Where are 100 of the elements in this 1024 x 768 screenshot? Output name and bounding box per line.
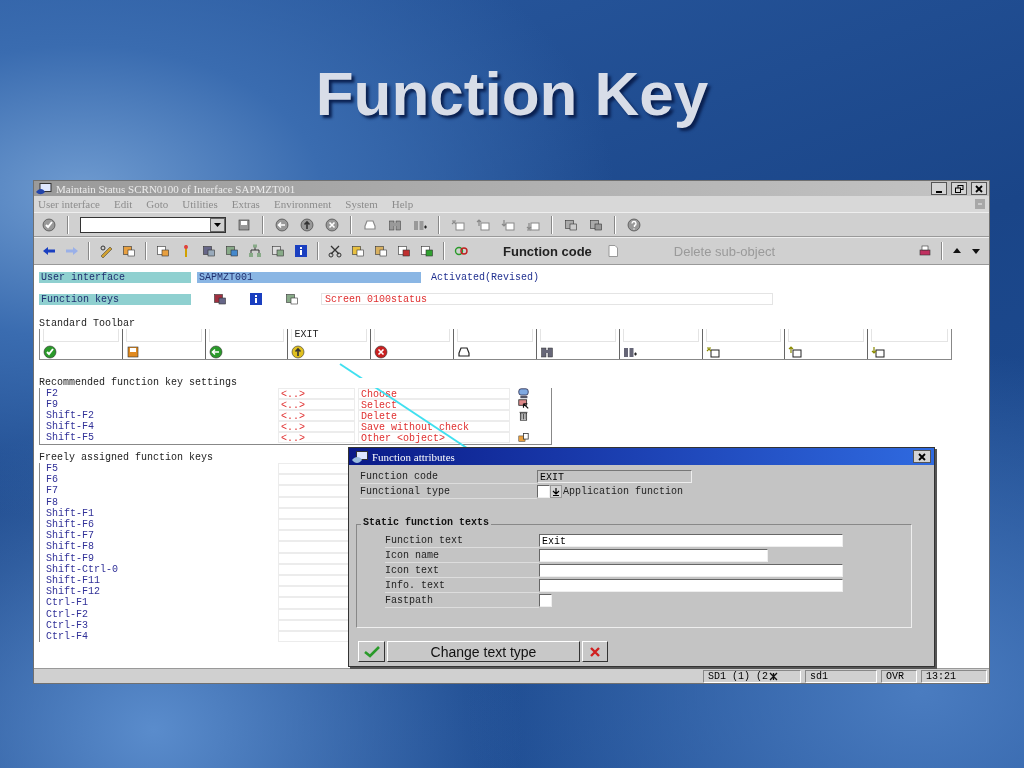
function-code-field[interactable] bbox=[622, 328, 699, 342]
next-page-icon[interactable] bbox=[501, 217, 515, 232]
paste-icon[interactable] bbox=[374, 244, 388, 258]
user-status: sd1 bbox=[805, 669, 877, 683]
function-code-field[interactable] bbox=[374, 328, 451, 342]
function-code-field[interactable] bbox=[278, 463, 350, 475]
shortcut-icon[interactable] bbox=[589, 217, 603, 232]
menu-item[interactable]: Help bbox=[391, 198, 414, 210]
program-field[interactable]: SAPMZT001 bbox=[197, 271, 421, 283]
function-text-field[interactable]: Save without check bbox=[358, 421, 510, 432]
type-field[interactable] bbox=[537, 485, 550, 498]
function-code-field[interactable] bbox=[278, 575, 350, 587]
function-code-field[interactable] bbox=[278, 541, 350, 553]
restore-button[interactable] bbox=[951, 182, 967, 195]
function-code-field[interactable]: <..> bbox=[278, 421, 355, 432]
function-code-field[interactable] bbox=[125, 328, 202, 342]
function-code-field[interactable] bbox=[278, 608, 350, 620]
scissors-icon[interactable] bbox=[328, 244, 342, 258]
binoculars-icon[interactable] bbox=[388, 217, 402, 232]
menu-item[interactable]: Utilities bbox=[182, 198, 218, 210]
function-code-field[interactable] bbox=[278, 485, 350, 497]
scroll-up-icon[interactable] bbox=[952, 246, 962, 256]
text-field[interactable] bbox=[539, 564, 843, 577]
function-code-field[interactable] bbox=[278, 552, 350, 564]
tree-icon[interactable] bbox=[248, 244, 262, 258]
function-code-field[interactable]: <..> bbox=[278, 410, 355, 421]
function-code-button[interactable]: Function code bbox=[497, 243, 598, 259]
function-code-field: EXIT bbox=[537, 470, 692, 483]
function-code-field[interactable] bbox=[278, 563, 350, 575]
info-icon[interactable] bbox=[249, 292, 263, 306]
function-code-field[interactable] bbox=[278, 507, 350, 519]
function-code-field[interactable] bbox=[278, 474, 350, 486]
back-arrow-icon[interactable] bbox=[42, 244, 56, 258]
function-text-field[interactable]: Select bbox=[358, 399, 510, 410]
dropdown-button[interactable] bbox=[210, 217, 225, 232]
back-icon[interactable] bbox=[275, 217, 289, 232]
pencil-icon[interactable] bbox=[99, 244, 113, 258]
display-icon[interactable] bbox=[213, 292, 227, 306]
scroll-down-icon[interactable] bbox=[971, 246, 981, 256]
function-code-field[interactable] bbox=[871, 328, 948, 342]
function-code-field[interactable] bbox=[278, 519, 350, 531]
save-icon[interactable] bbox=[237, 217, 251, 232]
close-button[interactable] bbox=[971, 182, 987, 195]
window-title: Maintain Status SCRN0100 of Interface SAPMZT001 bbox=[56, 182, 297, 195]
printer-icon[interactable] bbox=[918, 244, 932, 258]
menu-item[interactable]: User interface bbox=[38, 198, 100, 210]
add-icon[interactable] bbox=[420, 244, 434, 258]
cancel-icon bbox=[590, 646, 600, 657]
check-icon[interactable] bbox=[42, 217, 56, 232]
function-code-field[interactable]: <..> bbox=[278, 432, 355, 443]
minimize-button[interactable] bbox=[931, 182, 947, 195]
function-code-field[interactable]: <..> bbox=[278, 399, 355, 410]
command-field[interactable] bbox=[80, 216, 226, 233]
function-code-field[interactable] bbox=[278, 631, 350, 643]
function-code-field[interactable] bbox=[208, 328, 285, 342]
function-text-field[interactable]: Other <object> bbox=[358, 432, 510, 443]
function-code-field[interactable] bbox=[43, 328, 119, 342]
info-icon[interactable] bbox=[294, 244, 308, 258]
menu-item[interactable]: Edit bbox=[114, 198, 133, 210]
insert-icon[interactable] bbox=[397, 244, 411, 258]
dropdown-button[interactable] bbox=[550, 485, 562, 498]
function-code-field[interactable] bbox=[278, 597, 350, 609]
text-field[interactable]: Exit bbox=[539, 534, 843, 547]
close-button[interactable] bbox=[913, 450, 931, 463]
group-title: Static function texts bbox=[361, 517, 492, 528]
screen-text-field[interactable]: Screen 0100status bbox=[321, 293, 773, 305]
change-text-type-button[interactable]: Change text type bbox=[387, 641, 580, 662]
menu-item[interactable]: Extras bbox=[231, 198, 260, 210]
confirm-button[interactable] bbox=[358, 641, 385, 662]
trash-icon bbox=[518, 410, 529, 421]
back-icon bbox=[208, 345, 223, 359]
cancel-button[interactable] bbox=[582, 641, 608, 662]
menu-item[interactable]: Goto bbox=[146, 198, 169, 210]
menu-item[interactable]: Environment bbox=[273, 198, 332, 210]
previous-page-icon[interactable] bbox=[476, 217, 490, 232]
screen-icon[interactable] bbox=[202, 244, 216, 258]
function-code-field[interactable] bbox=[788, 328, 865, 342]
menu-item[interactable]: System bbox=[345, 198, 378, 210]
text-field[interactable] bbox=[539, 549, 768, 562]
text-field[interactable] bbox=[539, 594, 552, 607]
document-icon[interactable] bbox=[606, 244, 619, 258]
copy-icon[interactable] bbox=[351, 244, 365, 258]
function-code-field[interactable] bbox=[278, 619, 350, 632]
text-field[interactable] bbox=[539, 579, 843, 592]
first-page-icon bbox=[705, 345, 720, 359]
cancel-icon[interactable] bbox=[325, 217, 339, 232]
function-code-field[interactable] bbox=[278, 530, 350, 542]
new-session-icon[interactable] bbox=[564, 217, 578, 232]
exit-icon[interactable] bbox=[300, 217, 314, 232]
help-icon[interactable] bbox=[627, 217, 641, 232]
function-code-field[interactable] bbox=[705, 328, 782, 342]
object-list-icon[interactable] bbox=[122, 244, 136, 258]
function-code-field[interactable]: EXIT bbox=[291, 328, 368, 342]
function-code-field[interactable] bbox=[457, 328, 533, 342]
function-code-field[interactable] bbox=[539, 328, 616, 342]
function-text-field[interactable]: Delete bbox=[358, 410, 510, 421]
function-code-field[interactable] bbox=[278, 496, 350, 508]
function-code-field[interactable]: <..> bbox=[278, 388, 355, 399]
first-page-icon[interactable] bbox=[451, 217, 465, 232]
function-code-field[interactable] bbox=[278, 586, 350, 598]
